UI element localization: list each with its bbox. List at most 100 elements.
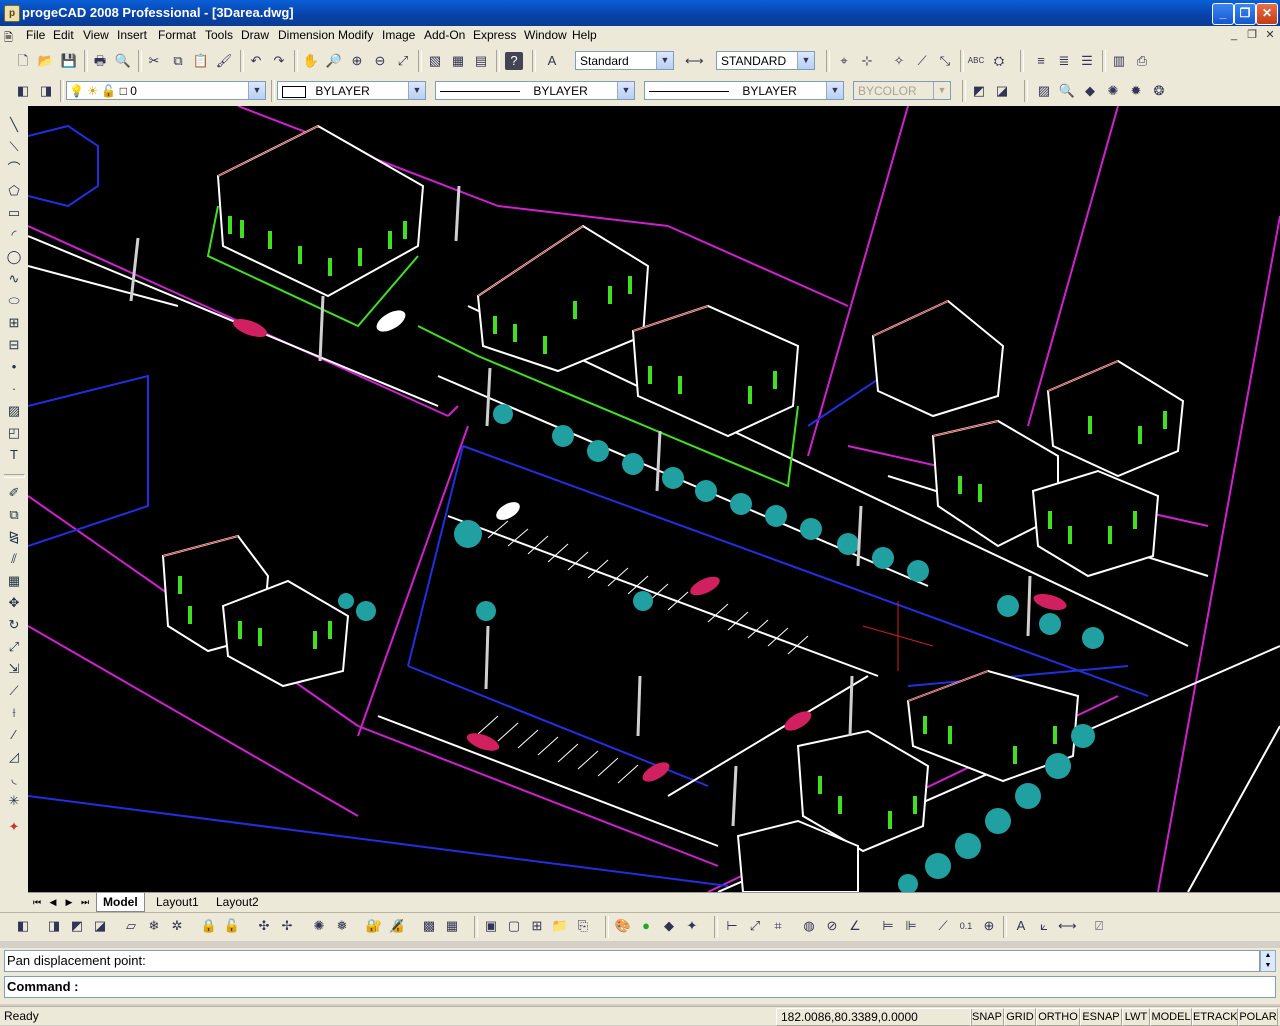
layer-match-icon[interactable]: ◨ xyxy=(45,917,63,935)
dim-update-icon[interactable]: ⟷ xyxy=(1058,917,1077,935)
make-block-icon[interactable]: ⊟ xyxy=(5,336,23,354)
tab-layout1[interactable]: Layout1 xyxy=(150,893,205,911)
zoom-extents-icon[interactable]: ⤢ xyxy=(394,52,412,70)
zoom-realtime-icon[interactable]: 🔎 xyxy=(325,52,343,70)
hatch-icon[interactable]: ▨ xyxy=(5,402,23,420)
dim-angular-icon[interactable]: ∠ xyxy=(846,917,864,935)
color-match-icon[interactable]: ◆ xyxy=(660,917,678,935)
mdi-restore-button[interactable]: ❐ xyxy=(1244,28,1260,42)
open-file-icon[interactable]: 📂 xyxy=(37,52,55,70)
menu-add-on[interactable]: Add-On xyxy=(424,28,465,42)
menu-file[interactable]: File xyxy=(26,28,45,42)
circle-icon[interactable]: ◯ xyxy=(5,248,23,266)
dim-style-select[interactable]: STANDARD ▼ xyxy=(716,51,815,70)
sun-icon[interactable]: ☀ xyxy=(87,84,98,98)
design-center-icon[interactable]: ▦ xyxy=(449,52,467,70)
chevron-down-icon[interactable]: ▼ xyxy=(617,82,634,99)
snap-midpoint-icon[interactable]: ⊹ xyxy=(858,52,876,70)
etrack-toggle[interactable]: ETRACK xyxy=(1192,1008,1238,1026)
layer-on-all-icon[interactable]: ✣ xyxy=(255,917,273,935)
restore-button[interactable]: ❐ xyxy=(1234,3,1256,25)
new-file-icon[interactable]: 🗋 xyxy=(14,52,32,70)
lights-icon[interactable]: ✹ xyxy=(1127,82,1145,100)
menu-view[interactable]: View xyxy=(83,28,109,42)
color-blend-icon[interactable]: ✦ xyxy=(683,917,701,935)
match-properties-icon[interactable]: 🖌 xyxy=(215,52,233,70)
center-mark-icon[interactable]: ⊕ xyxy=(980,917,998,935)
layer-unlock-icon[interactable]: 🔓 xyxy=(223,917,241,935)
menu-express[interactable]: Express xyxy=(473,28,516,42)
snap-endpoint-icon[interactable]: ⌖ xyxy=(835,52,853,70)
rotate-icon[interactable]: ↻ xyxy=(5,616,23,634)
progecad-icon[interactable]: p xyxy=(4,5,20,22)
material-icon[interactable]: ✺ xyxy=(1104,82,1122,100)
tool-palettes-icon[interactable]: ▤ xyxy=(472,52,490,70)
menu-dimension[interactable]: Dimension xyxy=(278,28,335,42)
publish-icon[interactable]: ⎙ xyxy=(1133,52,1151,70)
chamfer-icon[interactable]: ◿ xyxy=(5,748,23,766)
layer-lock-all-icon[interactable]: 🔐 xyxy=(365,917,383,935)
point-style-icon[interactable]: · xyxy=(5,380,23,398)
erase-icon[interactable]: ✐ xyxy=(5,484,23,502)
render-settings-icon[interactable]: ❂ xyxy=(1150,82,1168,100)
linetype-select[interactable]: BYLAYER ▼ xyxy=(435,81,635,100)
folder-icon[interactable]: 📁 xyxy=(551,917,569,935)
hatch-icon[interactable]: ▨ xyxy=(1035,82,1053,100)
dim-edit-icon[interactable]: A xyxy=(1012,917,1030,935)
chevron-down-icon[interactable]: ▼ xyxy=(408,82,425,99)
snap-nearest-icon[interactable]: ⤡ xyxy=(936,52,954,70)
chevron-down-icon[interactable]: ▼ xyxy=(797,52,814,69)
explode-icon[interactable]: ✳ xyxy=(5,792,23,810)
render-icon[interactable]: ◆ xyxy=(1081,82,1099,100)
draw-order-front-icon[interactable]: ◩ xyxy=(970,82,988,100)
dim-aligned-icon[interactable]: ⤢ xyxy=(746,917,764,935)
drawing-viewport[interactable] xyxy=(28,106,1280,892)
explode-block-icon[interactable]: ✦ xyxy=(5,818,23,836)
trim-icon[interactable]: ⟋ xyxy=(5,682,23,700)
zoom-previous-icon[interactable]: ⊖ xyxy=(371,52,389,70)
text-find-icon[interactable]: ⛭ xyxy=(990,52,1008,70)
dim-diameter-icon[interactable]: ⊘ xyxy=(823,917,841,935)
dim-text-edit-icon[interactable]: ⟀ xyxy=(1035,917,1053,935)
menu-format[interactable]: Format xyxy=(158,28,196,42)
layer-freeze-icon[interactable]: ❄ xyxy=(145,917,163,935)
zoom-icon[interactable]: 🔍 xyxy=(1058,82,1076,100)
tolerance-icon[interactable]: 0.1 xyxy=(957,917,975,935)
ellipse-icon[interactable]: ⬭ xyxy=(5,292,23,310)
move-icon[interactable]: ✥ xyxy=(5,594,23,612)
scale-icon[interactable]: ⤢ xyxy=(5,638,23,656)
explorer-icon[interactable]: ▣ xyxy=(482,917,500,935)
chevron-down-icon[interactable]: ▼ xyxy=(826,82,843,99)
ortho-toggle[interactable]: ORTHO xyxy=(1036,1008,1080,1026)
layer-unisolate-icon[interactable]: ▦ xyxy=(443,917,461,935)
snap-tracking-icon[interactable]: ⟋ xyxy=(913,52,931,70)
dim-ordinate-icon[interactable]: ⌗ xyxy=(769,917,787,935)
menu-help[interactable]: Help xyxy=(572,28,597,42)
xref-icon[interactable]: ⊞ xyxy=(528,917,546,935)
next-tab-icon[interactable]: ▶ xyxy=(62,895,76,909)
command-scrollbar[interactable]: ▲ ▼ xyxy=(1260,950,1276,972)
command-input[interactable]: Command : xyxy=(4,976,1276,998)
ray-icon[interactable]: ⟍ xyxy=(5,138,23,156)
layer-off-icon[interactable]: ▱ xyxy=(122,917,140,935)
polyline-icon[interactable]: ⌒ xyxy=(5,160,23,178)
layer-isolate-icon[interactable]: ≣ xyxy=(1055,52,1073,70)
text-style-icon[interactable]: A xyxy=(543,52,561,70)
menu-edit[interactable]: Edit xyxy=(53,28,74,42)
help-icon[interactable]: ? xyxy=(505,52,523,70)
layer-thaw-icon[interactable]: ✢ xyxy=(278,917,296,935)
properties-icon[interactable]: ▧ xyxy=(426,52,444,70)
zoom-window-icon[interactable]: ⊕ xyxy=(348,52,366,70)
image-manager-icon[interactable]: ▢ xyxy=(505,917,523,935)
copy-object-icon[interactable]: ⧉ xyxy=(5,506,23,524)
menu-window[interactable]: Window xyxy=(524,28,567,42)
redo-icon[interactable]: ↷ xyxy=(270,52,288,70)
region-icon[interactable]: ◰ xyxy=(5,424,23,442)
save-icon[interactable]: 💾 xyxy=(60,52,78,70)
paint-icon[interactable]: 🎨 xyxy=(614,917,632,935)
stretch-icon[interactable]: ⇲ xyxy=(5,660,23,678)
mdi-close-button[interactable]: ✕ xyxy=(1262,28,1278,42)
esnap-toggle[interactable]: ESNAP xyxy=(1080,1008,1122,1026)
layer-state-icon[interactable]: ◨ xyxy=(37,82,55,100)
chevron-down-icon[interactable]: ▼ xyxy=(248,82,265,99)
